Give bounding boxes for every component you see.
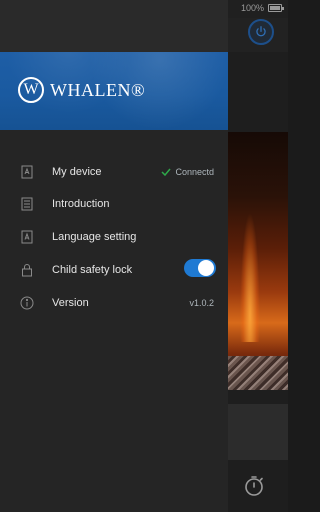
device-icon [20, 165, 34, 179]
power-button[interactable] [248, 19, 274, 45]
control-strip [228, 404, 288, 460]
menu-item-version: Version v1.0.2 [0, 287, 228, 319]
info-icon [20, 296, 34, 310]
toggle-knob [198, 260, 214, 276]
language-icon [20, 230, 34, 244]
navigation-drawer: W WHALEN® My device Connectd Introductio… [0, 0, 228, 512]
timer-button[interactable] [240, 472, 268, 500]
power-icon [256, 26, 266, 37]
connection-status-text: Connectd [175, 167, 214, 177]
menu-label-child-safety-lock: Child safety lock [52, 264, 133, 276]
menu-label-language-setting: Language setting [52, 231, 137, 243]
whalen-logo: W WHALEN® [18, 77, 145, 103]
menu-label-introduction: Introduction [52, 198, 110, 210]
fireplace-flame-image [228, 132, 288, 390]
connection-status: Connectd [161, 167, 214, 177]
menu-item-child-safety-lock: Child safety lock [0, 254, 228, 286]
menu-item-language-setting[interactable]: Language setting [0, 221, 228, 253]
child-lock-toggle[interactable] [184, 259, 216, 277]
battery-icon [268, 4, 284, 12]
logo-mark: W [18, 77, 44, 103]
version-value: v1.0.2 [189, 298, 214, 308]
menu-item-introduction[interactable]: Introduction [0, 188, 228, 220]
menu-item-my-device[interactable]: My device Connectd [0, 156, 228, 188]
battery-percent: 100% [240, 3, 264, 13]
document-icon [20, 197, 34, 211]
check-icon [161, 168, 172, 176]
menu-label-my-device: My device [52, 166, 102, 178]
lock-icon [20, 263, 34, 277]
menu-label-version: Version [52, 297, 89, 309]
drawer-top-bar [0, 0, 228, 52]
timer-icon [245, 476, 263, 496]
logo-text: WHALEN® [50, 79, 146, 100]
